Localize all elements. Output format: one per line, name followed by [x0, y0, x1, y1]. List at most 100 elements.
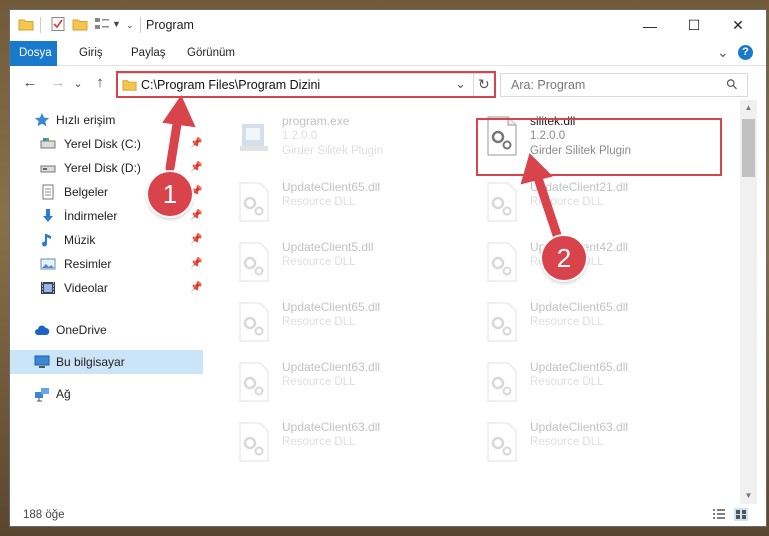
file-description: Resource DLL — [530, 436, 604, 448]
address-highlight-box — [116, 71, 496, 98]
help-icon[interactable]: ? — [738, 45, 753, 60]
sidebar-item-videos[interactable]: Videolar 📌 — [10, 276, 203, 300]
file-item[interactable]: UpdateClient21.dll Resource DLL — [480, 176, 716, 228]
sidebar-item-network[interactable]: Ağ — [10, 382, 203, 406]
expand-ribbon-icon[interactable]: ⌄ — [717, 44, 729, 61]
view-options-icon[interactable] — [94, 16, 110, 32]
pin-icon[interactable]: 📌 — [190, 282, 202, 293]
forward-button[interactable]: → — [48, 74, 68, 92]
ribbon-tabs: Dosya Giriş Paylaş Görünüm ⌄ ? — [10, 41, 766, 93]
file-item[interactable]: program.exe 1.2.0.0 Girder Silitek Plugi… — [232, 110, 468, 162]
drive-icon — [40, 138, 56, 149]
explorer-window: ▼ ⌄ Program — ☐ ✕ Dosya Giriş Paylaş Gör… — [10, 10, 766, 526]
file-description: Resource DLL — [530, 196, 604, 208]
exe-icon — [240, 124, 268, 151]
file-highlight-box — [476, 118, 722, 176]
large-icons-view-icon[interactable] — [734, 508, 748, 521]
tab-home[interactable]: Giriş — [70, 41, 112, 65]
sidebar-item-this-pc[interactable]: Bu bilgisayar — [10, 350, 203, 374]
dll-icon — [487, 362, 517, 402]
search-placeholder: Ara: Program — [511, 78, 586, 92]
file-name: program.exe — [282, 114, 350, 128]
dll-icon — [239, 242, 269, 282]
sidebar-item-music[interactable]: Müzik 📌 — [10, 228, 203, 252]
drive-icon — [40, 165, 56, 173]
file-name: UpdateClient63.dll — [282, 420, 381, 434]
minimize-button[interactable]: — — [628, 10, 672, 41]
up-button[interactable]: ↑ — [90, 74, 110, 92]
sidebar-item-label: Resimler — [64, 257, 112, 271]
window-title: Program — [146, 18, 194, 32]
file-name: UpdateClient63.dll — [282, 360, 381, 374]
pin-icon[interactable]: 📌 — [190, 162, 202, 173]
quick-access-dropdown-icon[interactable]: ▼ — [112, 19, 121, 29]
sidebar-item-drive-c[interactable]: Yerel Disk (C:) 📌 — [10, 132, 203, 156]
file-name: UpdateClient65.dll — [282, 180, 381, 194]
details-view-icon[interactable] — [712, 508, 726, 521]
pin-icon[interactable]: 📌 — [190, 258, 202, 269]
music-icon — [42, 234, 51, 247]
close-button[interactable]: ✕ — [716, 10, 760, 41]
tab-share[interactable]: Paylaş — [122, 41, 175, 65]
sidebar-item-label: Belgeler — [64, 185, 109, 199]
sidebar-item-quick-access[interactable]: Hızlı erişim — [10, 108, 203, 132]
maximize-button[interactable]: ☐ — [672, 10, 716, 41]
sidebar-item-label: Bu bilgisayar — [56, 355, 125, 369]
file-name: UpdateClient5.dll — [282, 240, 374, 254]
divider — [40, 17, 41, 33]
address-row: ← → ⌄ ↑ C:\Program Files\Program Dizini … — [10, 66, 766, 100]
dll-icon — [239, 182, 269, 222]
file-item[interactable]: UpdateClient65.dll Resource DLL — [232, 296, 468, 348]
divider — [140, 17, 141, 33]
file-name: UpdateClient65.dll — [282, 300, 381, 314]
file-description: Resource DLL — [282, 436, 356, 448]
dll-icon — [487, 422, 517, 462]
recent-locations-button[interactable]: ⌄ — [68, 75, 88, 93]
title-bar: ▼ ⌄ Program — ☐ ✕ — [10, 10, 766, 41]
customize-toolbar-icon[interactable]: ⌄ — [126, 20, 134, 31]
file-description: Resource DLL — [282, 376, 356, 388]
file-item[interactable]: UpdateClient5.dll Resource DLL — [232, 236, 468, 288]
file-item[interactable]: UpdateClient63.dll Resource DLL — [232, 416, 468, 468]
file-item[interactable]: UpdateClient65.dll Resource DLL — [480, 356, 716, 408]
navigation-pane: Hızlı erişim Yerel Disk (C:) 📌 Yerel Dis… — [10, 104, 205, 504]
sidebar-item-label: İndirmeler — [64, 209, 118, 223]
pin-icon[interactable]: 📌 — [190, 138, 202, 149]
file-description: Resource DLL — [530, 376, 604, 388]
new-folder-icon[interactable] — [72, 16, 88, 32]
folder-icon — [18, 19, 34, 31]
tab-view[interactable]: Görünüm — [178, 41, 244, 65]
file-item[interactable]: UpdateClient65.dll Resource DLL — [232, 176, 468, 228]
step-1-badge: 1 — [148, 172, 192, 216]
pictures-icon — [40, 258, 56, 270]
file-name: UpdateClient63.dll — [530, 420, 629, 434]
vertical-scrollbar[interactable]: ▲ ▼ — [740, 100, 757, 504]
pin-icon[interactable]: 📌 — [190, 210, 202, 221]
file-name: UpdateClient65.dll — [530, 360, 629, 374]
dll-icon — [239, 302, 269, 342]
back-button[interactable]: ← — [20, 74, 40, 92]
sidebar-item-label: OneDrive — [56, 323, 107, 337]
file-description: Resource DLL — [282, 196, 356, 208]
file-list: program.exe 1.2.0.0 Girder Silitek Plugi… — [210, 104, 740, 504]
search-box[interactable]: Ara: Program ⚲ — [500, 73, 748, 97]
computer-icon — [34, 355, 50, 368]
sidebar-item-label: Yerel Disk (C:) — [64, 137, 141, 151]
scroll-up-icon[interactable]: ▲ — [740, 100, 757, 116]
sidebar-item-pictures[interactable]: Resimler 📌 — [10, 252, 203, 276]
file-item[interactable]: UpdateClient63.dll Resource DLL — [232, 356, 468, 408]
dll-icon — [239, 362, 269, 402]
file-item[interactable]: UpdateClient42.dll Resource DLL — [480, 236, 716, 288]
sidebar-item-onedrive[interactable]: OneDrive — [10, 318, 203, 342]
item-count: 188 öğe — [23, 509, 65, 521]
documents-icon — [42, 184, 54, 200]
file-item[interactable]: UpdateClient63.dll Resource DLL — [480, 416, 716, 468]
pin-icon[interactable]: 📌 — [190, 234, 202, 245]
downloads-icon — [43, 209, 53, 222]
scrollbar-thumb[interactable] — [742, 119, 755, 177]
file-item[interactable]: UpdateClient65.dll Resource DLL — [480, 296, 716, 348]
scroll-down-icon[interactable]: ▼ — [740, 488, 757, 504]
properties-icon[interactable] — [50, 16, 66, 32]
file-description: Resource DLL — [282, 316, 356, 328]
search-icon[interactable]: ⚲ — [722, 75, 741, 94]
